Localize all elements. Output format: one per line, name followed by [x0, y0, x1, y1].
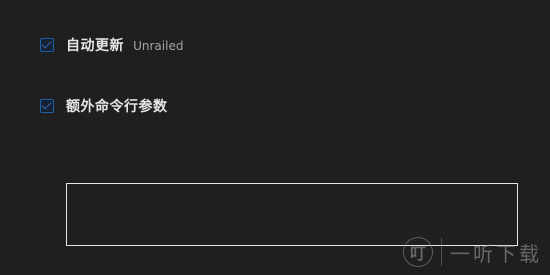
auto-update-label-group: 自动更新 Unrailed — [66, 35, 183, 55]
auto-update-checkbox[interactable] — [40, 38, 54, 52]
watermark: 叮 一听下载 — [403, 237, 542, 267]
auto-update-game-name: Unrailed — [133, 39, 184, 53]
extra-args-label: 额外命令行参数 — [66, 99, 168, 115]
watermark-logo-icon: 叮 — [403, 237, 433, 267]
auto-update-label: 自动更新 — [66, 38, 124, 54]
watermark-divider — [441, 238, 442, 266]
extra-args-checkbox[interactable] — [40, 99, 54, 113]
watermark-text: 一听下载 — [450, 241, 542, 266]
extra-args-row: 额外命令行参数 — [40, 96, 168, 116]
settings-panel: 自动更新 Unrailed 额外命令行参数 叮 一听下载 — [0, 0, 550, 275]
auto-update-row: 自动更新 Unrailed — [40, 35, 183, 55]
